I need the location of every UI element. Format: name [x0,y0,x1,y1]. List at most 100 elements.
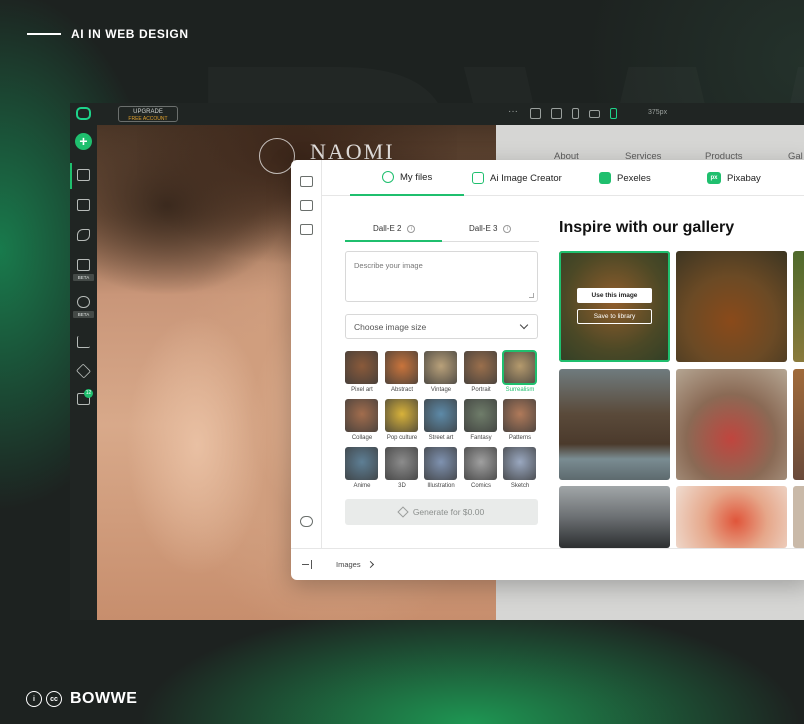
prompt-textarea[interactable]: Describe your image [345,251,538,302]
gift-count-badge: 12 [84,389,93,398]
style-thumbnail [503,447,536,480]
tab-label: Pexeles [617,172,651,184]
viewport-width-label: 375px [648,109,668,116]
collapse-panel-icon[interactable] [302,560,312,569]
upload-icon[interactable] [300,176,313,187]
generate-button[interactable]: Generate for $0.00 [345,499,538,525]
breadcrumb: Images [336,560,374,569]
style-thumbnail [502,350,537,385]
new-folder-icon[interactable] [300,200,313,211]
image-size-placeholder: Choose image size [354,322,427,332]
chart-icon [77,336,90,348]
gallery-image[interactable] [559,369,670,480]
tab-pexeles[interactable]: Pexeles [599,160,651,196]
gallery-image[interactable] [793,486,804,548]
laptop-icon[interactable] [551,108,562,119]
sidebar-item-pages[interactable] [70,163,97,189]
image-size-select[interactable]: Choose image size [345,314,538,339]
image-picker-modal: My files Ai Image Creator Pexeles px Pix… [291,160,804,580]
gallery-image[interactable] [676,369,787,480]
sidebar-item-crm[interactable]: BETA [70,292,97,324]
style-thumbnail [345,351,378,384]
bowwe-logo-icon[interactable] [76,107,91,120]
style-thumbnail [385,351,418,384]
gallery-image[interactable] [793,251,804,362]
sidebar-item-shop[interactable]: BETA [70,255,97,287]
model-tabs: Dall-E 2 i Dall-E 3 i [345,218,539,242]
style-option[interactable]: Sketch [503,447,537,489]
ai-image-icon [472,172,484,184]
info-icon[interactable]: i [503,224,512,233]
sidebar-item-layers[interactable] [70,359,97,385]
headline-line [27,33,61,35]
style-option[interactable]: Portrait [464,351,498,393]
style-option[interactable]: Comics [464,447,498,489]
tab-pixabay[interactable]: px Pixabay [707,160,761,196]
storage-icon[interactable] [300,516,313,527]
modal-sidebar [291,160,322,548]
modal-footer: Images [291,548,804,580]
tab-dall-e-2[interactable]: Dall-E 2 i [373,224,416,233]
sidebar-item-edit[interactable] [70,193,97,219]
style-option[interactable]: Pop culture [385,399,419,441]
style-option[interactable]: Vintage [424,351,458,393]
style-thumbnail [424,351,457,384]
site-emblem-icon [259,138,295,174]
gallery-title: Inspire with our gallery [559,219,735,236]
style-option[interactable]: Collage [345,399,379,441]
device-switcher: ··· [508,107,617,119]
tab-dall-e-3[interactable]: Dall-E 3 i [469,224,512,233]
style-option[interactable]: Pixel art [345,351,379,393]
sidebar-item-gifts[interactable]: 12 [70,387,97,413]
gallery-image[interactable] [559,486,670,548]
style-option[interactable]: Fantasy [464,399,498,441]
upgrade-subtitle: FREE ACCOUNT [128,115,168,122]
beta-badge: BETA [73,311,94,318]
add-element-button[interactable]: + [75,133,92,150]
breadcrumb-item-images[interactable]: Images [336,560,361,569]
editor-sidebar: + BETA BETA 12 [70,125,97,620]
sidebar-item-analytics[interactable] [70,330,97,356]
style-thumbnail [464,351,497,384]
style-option[interactable]: Abstract [385,351,419,393]
creative-commons-icon: cc [46,691,62,707]
desktop-icon[interactable] [530,108,541,119]
folder-open-icon[interactable] [300,224,313,235]
brand-logo: BOWWE [70,690,138,707]
gallery-image[interactable] [676,486,787,548]
sparkle-icon [397,506,409,518]
gallery-image[interactable] [676,251,787,362]
cart-icon [77,259,90,271]
tablet-landscape-icon[interactable] [589,109,600,118]
resize-handle-icon[interactable] [529,293,534,298]
footer-brand: i cc BOWWE [26,690,137,708]
sidebar-item-design[interactable] [70,223,97,249]
more-icon[interactable]: ··· [508,107,520,119]
model-tab-label: Dall-E 3 [469,224,498,233]
style-option[interactable]: Surrealism [502,350,537,393]
editor-topbar: UPGRADE FREE ACCOUNT ··· 375px [70,103,804,125]
upgrade-button[interactable]: UPGRADE FREE ACCOUNT [118,106,178,122]
tab-my-files[interactable]: My files [350,160,465,196]
modal-tabs: My files Ai Image Creator Pexeles px Pix… [322,160,804,196]
headline-text: AI IN WEB DESIGN [71,27,189,41]
style-label: Sketch [510,483,530,489]
gallery-image[interactable] [793,369,804,480]
use-image-button[interactable]: Use this image [577,288,652,303]
edit-icon [77,199,90,211]
pages-icon [77,169,90,181]
style-option[interactable]: 3D [385,447,419,489]
tablet-icon[interactable] [572,108,579,119]
style-option[interactable]: Street art [424,399,458,441]
hero-photo-hand [117,315,267,575]
chevron-right-icon [366,560,374,569]
style-option[interactable]: Anime [345,447,379,489]
style-option[interactable]: Illustration [424,447,458,489]
tab-ai-image-creator[interactable]: Ai Image Creator [472,160,562,196]
info-icon[interactable]: i [407,224,416,233]
mobile-icon[interactable] [610,108,617,119]
save-to-library-button[interactable]: Save to library [577,309,652,324]
gallery-image[interactable]: Use this image Save to library [559,251,670,362]
style-option[interactable]: Patterns [503,399,537,441]
style-thumbnail [464,447,497,480]
